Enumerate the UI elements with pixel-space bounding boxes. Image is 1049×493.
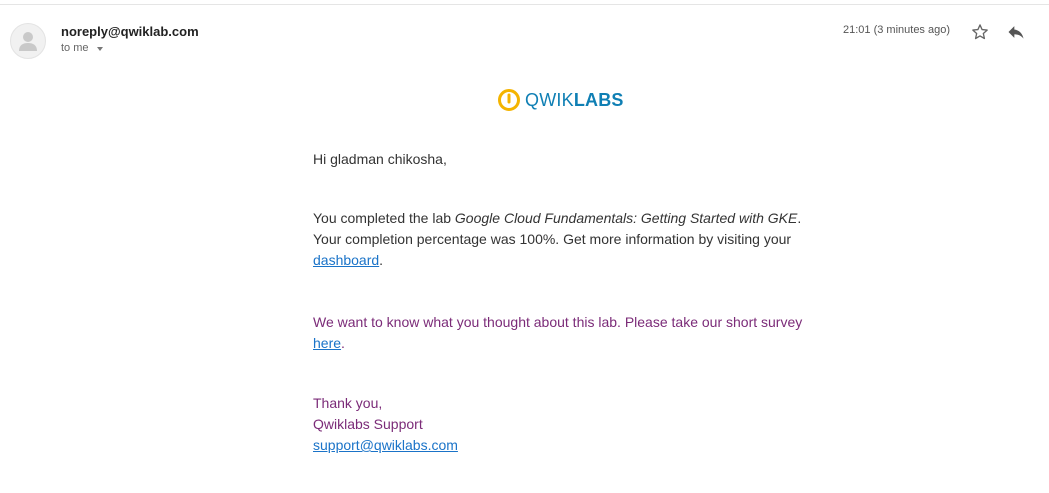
recipient-label: to me — [61, 42, 89, 54]
thanks-line: Thank you, — [313, 395, 383, 411]
timestamp: 21:01 (3 minutes ago) — [843, 24, 951, 36]
recipient-details-toggle[interactable]: to me — [61, 42, 103, 54]
email-header: noreply@qwiklab.com to me 21:01 (3 minut… — [0, 0, 1049, 70]
qwiklabs-logo: QWIKLABS — [497, 87, 624, 113]
reply-icon — [1008, 26, 1024, 39]
dashboard-link[interactable]: dashboard — [313, 252, 379, 268]
completion-end: . — [379, 252, 384, 268]
reply-button[interactable] — [1006, 22, 1028, 42]
logo-word-light: QWIK — [525, 89, 574, 110]
survey-end: . — [341, 335, 345, 351]
support-team: Qwiklabs Support — [313, 416, 423, 432]
default-avatar-icon — [19, 32, 37, 51]
survey-link[interactable]: here — [313, 335, 341, 351]
caret-down-icon — [96, 47, 103, 51]
support-email-link[interactable]: support@qwiklabs.com — [313, 437, 458, 453]
completion-prefix: You completed the lab — [313, 210, 455, 226]
greeting: Hi gladman chikosha, — [313, 151, 447, 167]
signoff: Thank you, Qwiklabs Support support@qwikla… — [313, 393, 833, 456]
sender-email: noreply@qwiklab.com — [61, 24, 199, 39]
survey-text: We want to know what you thought about t… — [313, 314, 803, 330]
star-button[interactable] — [970, 22, 992, 42]
sender-avatar[interactable] — [10, 23, 46, 59]
lab-name: Google Cloud Fundamentals: Getting Start… — [454, 210, 798, 226]
survey-paragraph: We want to know what you thought about t… — [313, 312, 833, 354]
star-outline-icon — [972, 24, 988, 40]
qwiklabs-logo-icon — [498, 89, 520, 111]
logo-word-bold: LABS — [573, 89, 624, 110]
completion-paragraph: You completed the lab Google Cloud Funda… — [313, 208, 833, 271]
logo-wordmark: QWIKLABS — [525, 90, 624, 111]
